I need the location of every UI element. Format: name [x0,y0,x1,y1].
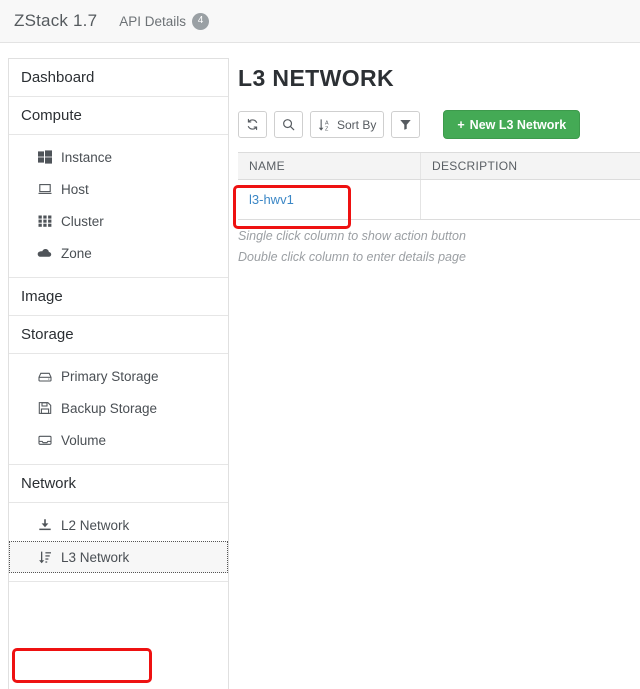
column-header-description[interactable]: DESCRIPTION [420,153,640,179]
page-title: L3 NETWORK [238,65,395,91]
api-details-label: API Details [119,13,187,29]
column-header-name[interactable]: NAME [238,153,420,179]
sidebar-item-l3-network[interactable]: L3 Network [9,541,228,573]
cell-name[interactable]: l3-hwv1 [238,180,420,219]
table-header-row: NAME DESCRIPTION [238,152,640,180]
sidebar-item-label: Instance [61,149,113,165]
sort-by-button[interactable]: A Z Sort By [310,111,385,138]
sidebar-section-label: Image [21,288,63,305]
hdd-icon [37,369,52,384]
sidebar-item-label: Primary Storage [61,368,159,384]
sidebar-group-network: L2 Network L3 Network [9,503,228,582]
sidebar-section-image[interactable]: Image [9,278,228,316]
sidebar-item-primary-storage[interactable]: Primary Storage [9,360,228,392]
cloud-icon [37,246,52,261]
sidebar: Dashboard Compute Instance Host Cluster … [8,58,229,689]
main-content: L3 NETWORK A Z Sort By + New L3 Network … [229,43,640,689]
hint-double-click: Double click column to enter details pag… [238,250,466,264]
hint-single-click: Single click column to show action butto… [238,229,466,243]
sidebar-group-storage: Primary Storage Backup Storage Volume [9,354,228,465]
sidebar-item-label: L3 Network [61,549,130,565]
filter-funnel-icon [399,118,412,131]
filter-button[interactable] [391,111,421,138]
sidebar-section-label: Network [21,475,77,492]
sidebar-item-l2-network[interactable]: L2 Network [9,509,228,541]
plus-icon: + [457,117,465,132]
sort-by-label: Sort By [337,117,377,132]
new-l3-network-button[interactable]: + New L3 Network [443,110,581,139]
cell-description[interactable] [420,180,640,219]
sidebar-section-compute[interactable]: Compute [9,97,228,135]
sidebar-item-label: Host [61,181,89,197]
sidebar-section-network[interactable]: Network [9,465,228,503]
sidebar-item-instance[interactable]: Instance [9,141,228,173]
sidebar-group-compute: Instance Host Cluster Zone [9,135,228,278]
api-details-link[interactable]: API Details 4 [119,12,210,30]
svg-text:Z: Z [325,126,329,131]
sidebar-item-backup-storage[interactable]: Backup Storage [9,392,228,424]
sidebar-item-label: Cluster [61,213,104,229]
new-l3-network-label: New L3 Network [469,117,567,132]
sidebar-section-storage[interactable]: Storage [9,316,228,354]
refresh-button[interactable] [238,111,267,138]
windows-grid-icon [37,150,52,165]
top-bar: ZStack 1.7 API Details 4 [0,0,640,43]
sidebar-section-dashboard[interactable]: Dashboard [9,59,228,97]
download-arrow-icon [37,518,52,533]
sidebar-item-zone[interactable]: Zone [9,237,228,269]
sidebar-item-host[interactable]: Host [9,173,228,205]
sidebar-section-label: Compute [21,107,82,124]
app-brand-title: ZStack 1.7 [14,11,98,30]
sidebar-section-label: Dashboard [21,69,95,86]
svg-text:A: A [325,120,329,126]
search-icon [282,118,295,131]
l3-network-table: NAME DESCRIPTION l3-hwv1 [238,152,640,220]
toolbar: A Z Sort By + New L3 Network [238,110,640,139]
refresh-icon [246,118,259,131]
desktop-icon [37,182,52,197]
table-row[interactable]: l3-hwv1 [238,180,640,220]
sort-alpha-down-icon: A Z [318,118,332,132]
inbox-tray-icon [37,433,52,448]
api-details-count-badge: 4 [192,12,210,30]
floppy-save-icon [37,401,52,416]
sort-amount-down-icon [37,550,52,565]
search-button[interactable] [274,111,303,138]
sidebar-item-cluster[interactable]: Cluster [9,205,228,237]
grid-dots-icon [37,214,52,229]
sidebar-section-label: Storage [21,326,74,343]
sidebar-item-label: Zone [61,245,92,261]
sidebar-item-label: Volume [61,432,107,448]
sidebar-item-label: Backup Storage [61,400,158,416]
l3-network-name-link[interactable]: l3-hwv1 [249,192,294,207]
sidebar-item-volume[interactable]: Volume [9,424,228,456]
sidebar-item-label: L2 Network [61,517,130,533]
